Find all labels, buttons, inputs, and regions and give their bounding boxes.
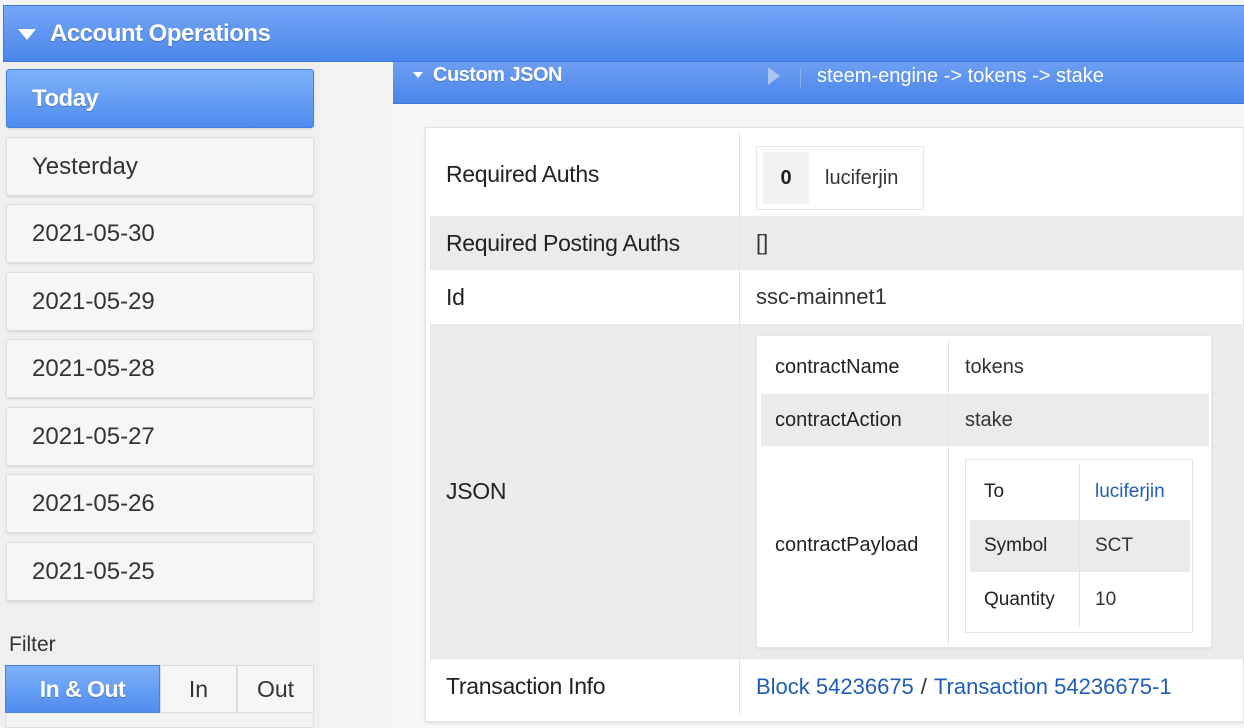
payload-symbol-key: Symbol — [970, 520, 1080, 572]
transaction-info-value: Block 54236675 / Transaction 54236675-1 — [740, 659, 1244, 714]
id-row: Id ssc-mainnet1 — [430, 270, 1244, 324]
block-link[interactable]: Block 54236675 — [756, 674, 914, 700]
required-auths-label: Required Auths — [430, 132, 740, 216]
required-posting-auths-label: Required Posting Auths — [430, 216, 740, 270]
id-label: Id — [430, 270, 740, 324]
payload-symbol-row: Symbol SCT — [970, 520, 1190, 572]
filter-group: In & Out In Out — [5, 665, 314, 713]
json-value: contractName tokens contractAction stake… — [740, 324, 1244, 658]
filter-in-and-out-button[interactable]: In & Out — [5, 665, 160, 713]
transaction-separator: / — [920, 673, 927, 699]
day-button-yesterday[interactable]: Yesterday — [6, 137, 314, 196]
payload-quantity-value: 10 — [1095, 589, 1117, 610]
json-label: JSON — [430, 324, 740, 658]
payload-quantity-key: Quantity — [970, 572, 1080, 628]
json-contract-action-row: contractAction stake — [761, 394, 1209, 446]
collapse-triangle-icon[interactable] — [18, 29, 36, 40]
day-button-2021-05-29[interactable]: 2021-05-29 — [6, 272, 314, 331]
separator — [800, 68, 801, 88]
payload-to-value: luciferjin — [1080, 464, 1190, 520]
required-posting-auths-row: Required Posting Auths [] — [430, 216, 1244, 270]
day-button-2021-05-30[interactable]: 2021-05-30 — [6, 204, 314, 263]
play-icon[interactable] — [768, 67, 780, 85]
contract-action-key: contractAction — [761, 394, 949, 446]
json-contract-name-row: contractName tokens — [761, 340, 1209, 394]
required-auths-value: 0 luciferjin — [740, 132, 1244, 216]
payload-to-link[interactable]: luciferjin — [1095, 481, 1165, 503]
operation-path: steem-engine -> tokens -> stake — [817, 65, 1104, 87]
transaction-link[interactable]: Transaction 54236675-1 — [934, 674, 1172, 700]
sidebar-footer — [5, 714, 314, 728]
header-title: Account Operations — [50, 19, 271, 47]
required-posting-auths-value: [] — [756, 230, 769, 255]
transaction-info-row: Transaction Info Block 54236675 / Transa… — [430, 658, 1244, 714]
day-button-2021-05-26[interactable]: 2021-05-26 — [6, 474, 314, 533]
transaction-info-label: Transaction Info — [430, 659, 740, 714]
payload-table: To luciferjin Symbol SCT Quantity 10 — [965, 459, 1193, 633]
contract-action-value: stake — [965, 408, 1013, 431]
account-operations-header[interactable]: Account Operations — [3, 5, 1244, 62]
operation-type: Custom JSON — [433, 64, 562, 86]
filter-in-button[interactable]: In — [160, 665, 237, 713]
id-value: ssc-mainnet1 — [756, 284, 887, 309]
operation-details-card: Required Auths 0 luciferjin Required Pos… — [425, 127, 1244, 722]
payload-symbol-value: SCT — [1095, 535, 1133, 556]
day-button-2021-05-27[interactable]: 2021-05-27 — [6, 407, 314, 466]
contract-name-value: tokens — [965, 355, 1024, 378]
sidebar: Today Yesterday 2021-05-30 2021-05-29 20… — [0, 62, 320, 728]
payload-quantity-row: Quantity 10 — [970, 572, 1190, 628]
auth-chip: 0 luciferjin — [756, 146, 924, 210]
operation-panel: Custom JSON steem-engine -> tokens -> st… — [393, 62, 1244, 728]
payload-to-key: To — [970, 464, 1080, 520]
day-button-2021-05-28[interactable]: 2021-05-28 — [6, 339, 314, 398]
filter-label: Filter — [9, 633, 56, 656]
filter-out-button[interactable]: Out — [237, 665, 314, 713]
json-contract-payload-row: contractPayload To luciferjin Symbol SCT… — [761, 446, 1209, 645]
day-button-today[interactable]: Today — [6, 69, 314, 128]
json-table: contractName tokens contractAction stake… — [756, 335, 1212, 648]
day-button-2021-05-25[interactable]: 2021-05-25 — [6, 542, 314, 601]
collapse-triangle-icon[interactable] — [413, 72, 423, 78]
auth-account: luciferjin — [825, 166, 899, 189]
json-row: JSON contractName tokens contractAction … — [430, 324, 1244, 658]
auth-index: 0 — [763, 152, 809, 204]
contract-payload-value: To luciferjin Symbol SCT Quantity 10 — [949, 446, 1209, 645]
required-auths-row: Required Auths 0 luciferjin — [430, 132, 1244, 216]
operation-header[interactable]: Custom JSON steem-engine -> tokens -> st… — [393, 62, 1244, 104]
contract-name-key: contractName — [761, 340, 949, 394]
payload-to-row: To luciferjin — [970, 464, 1190, 520]
contract-payload-key: contractPayload — [761, 446, 949, 645]
